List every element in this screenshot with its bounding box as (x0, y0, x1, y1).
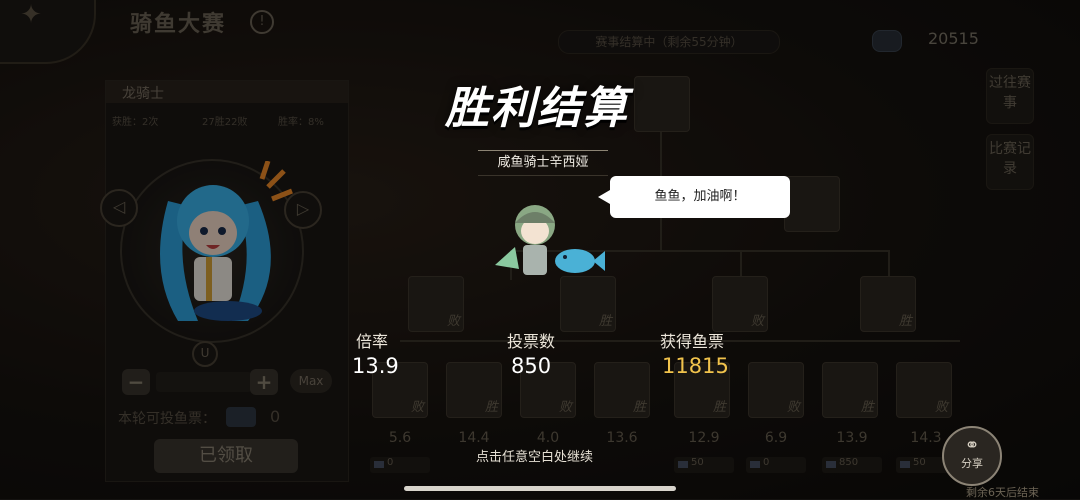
share-label: 分享 (961, 457, 983, 470)
speech-bubble: 鱼鱼，加油啊！ (598, 176, 790, 218)
fish-knight-winner-art (495, 205, 605, 275)
victory-title: 胜利结算 (445, 83, 629, 134)
odds-label: 倍率 (356, 332, 389, 351)
home-indicator[interactable] (404, 486, 676, 491)
votes-value: 850 (511, 354, 552, 378)
winner-name-banner: 咸鱼骑士辛西娅 (478, 150, 608, 176)
share-icon: ⚭ (964, 435, 980, 456)
odds-value: 13.9 (352, 354, 399, 378)
earned-value: 11815 (662, 354, 729, 378)
votes-label: 投票数 (507, 332, 556, 351)
ends-countdown: 剩余6天后结束 (966, 486, 1039, 499)
continue-hint: 点击任意空白处继续 (476, 450, 594, 465)
earned-label: 获得鱼票 (660, 332, 725, 351)
share-button[interactable]: ⚭ 分享 (942, 426, 1002, 486)
